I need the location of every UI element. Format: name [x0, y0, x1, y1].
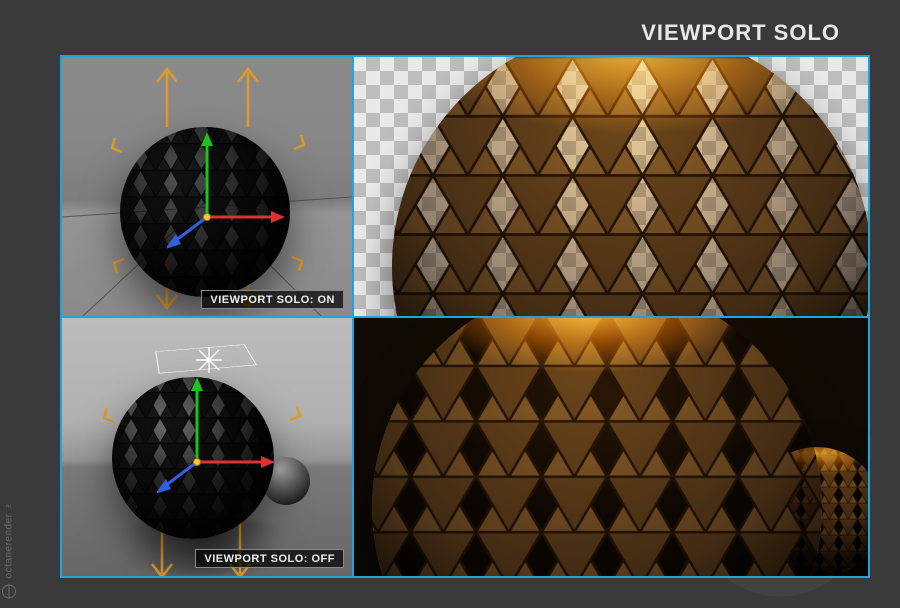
brand-name: octanerender	[4, 513, 15, 578]
object-sphere-primary	[112, 377, 274, 539]
render-preview-solo-on	[352, 57, 868, 317]
grid-divider-vertical	[352, 57, 354, 576]
brand-label: octanerender ™	[2, 500, 16, 598]
render-sphere-primary	[372, 317, 822, 577]
comparison-grid: VIEWPORT SOLO: ON	[60, 55, 870, 578]
brand-logo-icon	[2, 584, 16, 598]
render-sphere-primary	[392, 57, 868, 317]
viewport-editor-solo-on: VIEWPORT SOLO: ON	[62, 57, 352, 317]
caption-solo-on: VIEWPORT SOLO: ON	[201, 290, 344, 309]
grid-divider-horizontal	[62, 316, 868, 318]
caption-solo-off: VIEWPORT SOLO: OFF	[195, 549, 344, 568]
panel-title: VIEWPORT SOLO	[641, 20, 840, 46]
viewport-editor-solo-off: VIEWPORT SOLO: OFF	[62, 317, 352, 577]
render-preview-solo-off	[352, 317, 868, 577]
light-star-icon	[194, 345, 224, 375]
object-sphere-primary	[120, 127, 290, 297]
brand-mark: ™	[6, 500, 13, 508]
